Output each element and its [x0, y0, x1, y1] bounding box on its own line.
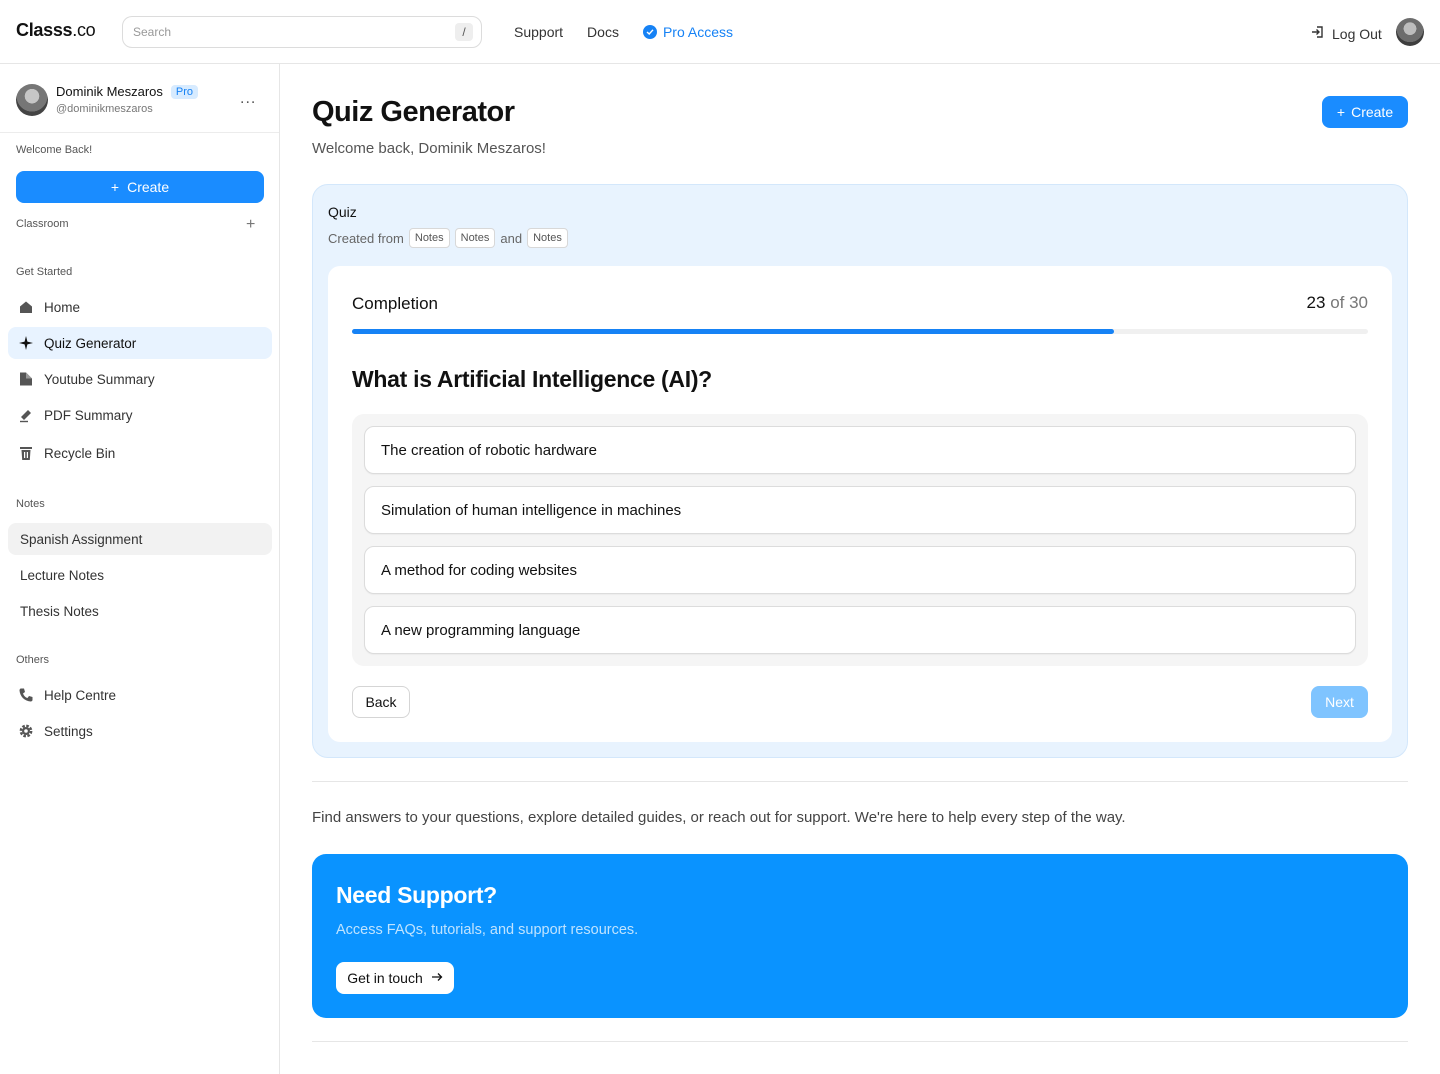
- nav-docs[interactable]: Docs: [587, 24, 619, 40]
- check-badge-icon: [642, 25, 657, 39]
- welcome-label: Welcome Back!: [16, 144, 93, 156]
- help-description: Find answers to your questions, explore …: [312, 809, 1126, 826]
- trash-icon: [18, 445, 34, 461]
- more-options-icon[interactable]: ...: [240, 90, 256, 108]
- sidebar-item-youtube-summary[interactable]: Youtube Summary: [8, 363, 272, 395]
- progress-fill: [352, 329, 1114, 334]
- search-shortcut: /: [455, 23, 473, 41]
- sidebar-item-help-centre[interactable]: Help Centre: [8, 679, 272, 711]
- nav-pro-access[interactable]: Pro Access: [642, 24, 733, 40]
- top-bar: Classs.co / Support Docs Pro Access Log …: [0, 0, 1440, 64]
- next-button[interactable]: Next: [1311, 686, 1368, 718]
- nav-support[interactable]: Support: [514, 24, 563, 40]
- plus-icon: +: [1336, 104, 1346, 120]
- quiz-panel: Quiz Created from Notes Notes and Notes …: [312, 184, 1408, 758]
- get-in-touch-button[interactable]: Get in touch: [336, 962, 454, 994]
- divider: [312, 1041, 1408, 1042]
- section-get-started: Get Started: [16, 266, 73, 278]
- sidebar-create-button[interactable]: + Create: [16, 171, 264, 203]
- logout-button[interactable]: Log Out: [1310, 24, 1382, 43]
- sidebar-item-home[interactable]: Home: [8, 291, 272, 323]
- welcome-message: Welcome back, Dominik Meszaros!: [312, 140, 546, 157]
- page-title: Quiz Generator: [312, 96, 515, 128]
- search-box[interactable]: /: [122, 16, 482, 48]
- create-button[interactable]: + Create: [1322, 96, 1408, 128]
- logout-icon: [1310, 24, 1326, 43]
- back-button[interactable]: Back: [352, 686, 410, 718]
- pen-icon: [18, 407, 34, 423]
- answer-option[interactable]: A method for coding websites: [364, 546, 1356, 594]
- question-text: What is Artificial Intelligence (AI)?: [352, 366, 712, 392]
- sidebar-note-lecture-notes[interactable]: Lecture Notes: [8, 559, 272, 591]
- completion-label: Completion: [352, 294, 438, 313]
- arrow-right-icon: [431, 970, 443, 986]
- progress-bar: [352, 329, 1368, 334]
- section-others: Others: [16, 654, 50, 666]
- classroom-label: Classroom: [16, 218, 69, 230]
- answer-option[interactable]: Simulation of human intelligence in mach…: [364, 486, 1356, 534]
- home-icon: [18, 299, 34, 315]
- answer-option[interactable]: The creation of robotic hardware: [364, 426, 1356, 474]
- support-subtitle: Access FAQs, tutorials, and support reso…: [336, 922, 639, 938]
- sidebar-note-thesis-notes[interactable]: Thesis Notes: [8, 595, 272, 627]
- source-chip[interactable]: Notes: [527, 228, 568, 248]
- search-input[interactable]: [133, 25, 455, 39]
- sidebar: Dominik Meszaros Pro @dominikmeszaros ..…: [0, 64, 280, 1074]
- gear-icon: [18, 723, 34, 739]
- divider: [312, 781, 1408, 782]
- profile-name: Dominik Meszaros: [56, 84, 163, 99]
- document-icon: [18, 371, 34, 387]
- question-counter: 23 of 30: [1306, 293, 1368, 312]
- section-notes: Notes: [16, 498, 45, 510]
- plus-icon: +: [110, 179, 120, 195]
- answer-option[interactable]: A new programming language: [364, 606, 1356, 654]
- avatar: [16, 84, 48, 116]
- pro-badge: Pro: [170, 84, 199, 99]
- quiz-card: Completion 23 of 30 What is Artificial I…: [328, 266, 1392, 742]
- sidebar-item-quiz-generator[interactable]: Quiz Generator: [8, 327, 272, 359]
- support-title: Need Support?: [336, 882, 497, 908]
- quiz-title: Quiz: [328, 204, 357, 220]
- sidebar-note-spanish-assignment[interactable]: Spanish Assignment: [8, 523, 272, 555]
- profile-handle: @dominikmeszaros: [56, 103, 153, 115]
- source-chip[interactable]: Notes: [408, 228, 450, 248]
- answer-options: The creation of robotic hardware Simulat…: [352, 414, 1368, 666]
- logo[interactable]: Classs.co: [16, 20, 96, 41]
- user-avatar[interactable]: [1396, 18, 1424, 46]
- quiz-source: Created from Notes Notes and Notes: [328, 228, 568, 248]
- sidebar-item-settings[interactable]: Settings: [8, 715, 272, 747]
- sparkle-icon: [18, 335, 34, 351]
- phone-icon: [18, 687, 34, 703]
- source-chip[interactable]: Notes: [454, 228, 496, 248]
- profile-card: Dominik Meszaros Pro @dominikmeszaros ..…: [0, 64, 279, 133]
- support-banner: Need Support? Access FAQs, tutorials, an…: [312, 854, 1408, 1018]
- sidebar-item-recycle-bin[interactable]: Recycle Bin: [8, 437, 272, 469]
- add-classroom-icon[interactable]: +: [246, 216, 255, 234]
- sidebar-item-pdf-summary[interactable]: PDF Summary: [8, 399, 272, 431]
- top-nav: Support Docs Pro Access: [514, 24, 733, 40]
